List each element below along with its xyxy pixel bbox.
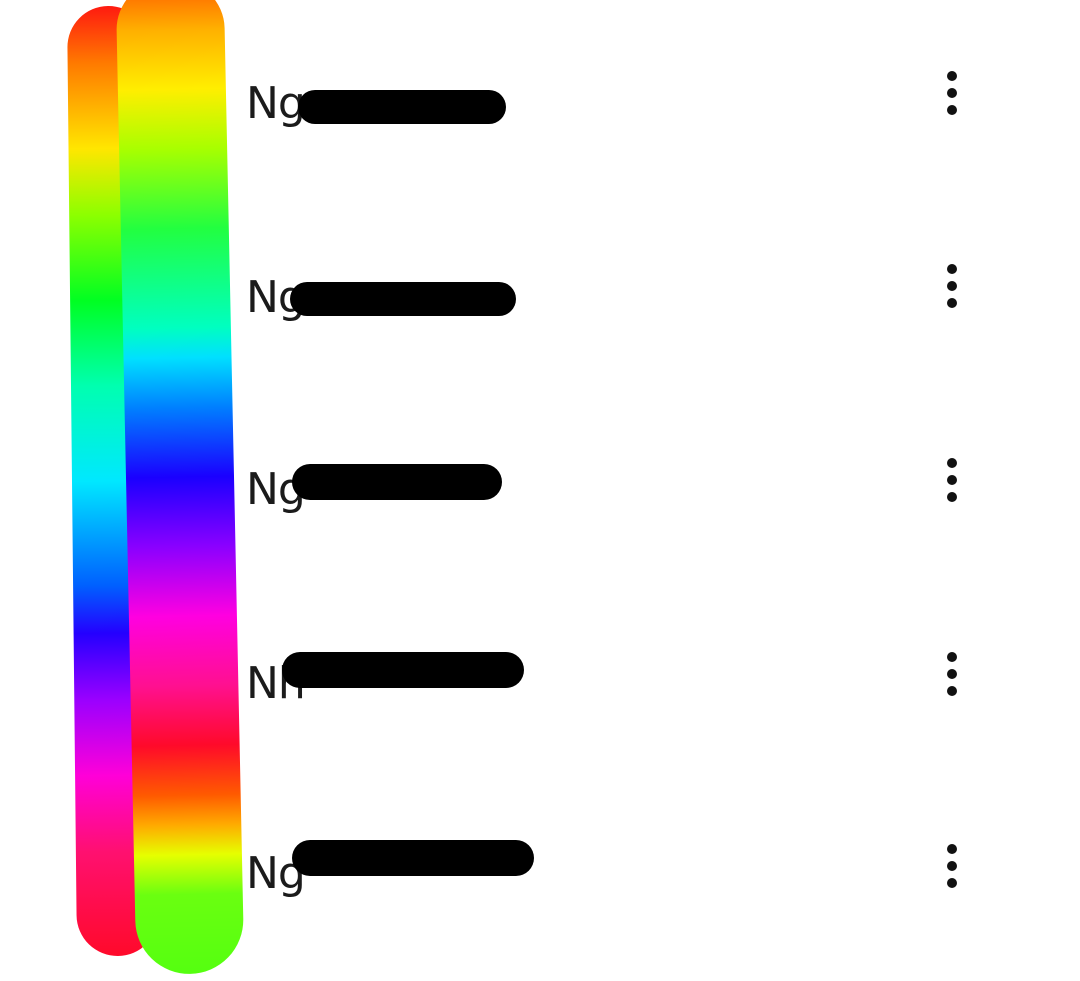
contact-row[interactable]: Ng <box>230 828 1010 918</box>
redaction-mark <box>298 90 506 124</box>
contact-row[interactable]: Nh <box>230 638 1010 728</box>
redaction-mark <box>290 282 516 316</box>
redaction-mark <box>282 652 524 688</box>
contact-row[interactable]: Ng <box>230 252 1010 342</box>
more-vert-icon[interactable] <box>930 256 974 316</box>
contact-row[interactable]: Ng <box>230 58 1010 148</box>
redaction-mark <box>292 840 534 876</box>
contact-name: Ng <box>246 78 306 129</box>
more-vert-icon[interactable] <box>930 63 974 123</box>
contact-list: Ng Ng Ng Nh Ng <box>0 0 1080 981</box>
contact-row[interactable]: Ng <box>230 444 1010 534</box>
more-vert-icon[interactable] <box>930 836 974 896</box>
more-vert-icon[interactable] <box>930 644 974 704</box>
redaction-mark <box>292 464 502 500</box>
more-vert-icon[interactable] <box>930 450 974 510</box>
